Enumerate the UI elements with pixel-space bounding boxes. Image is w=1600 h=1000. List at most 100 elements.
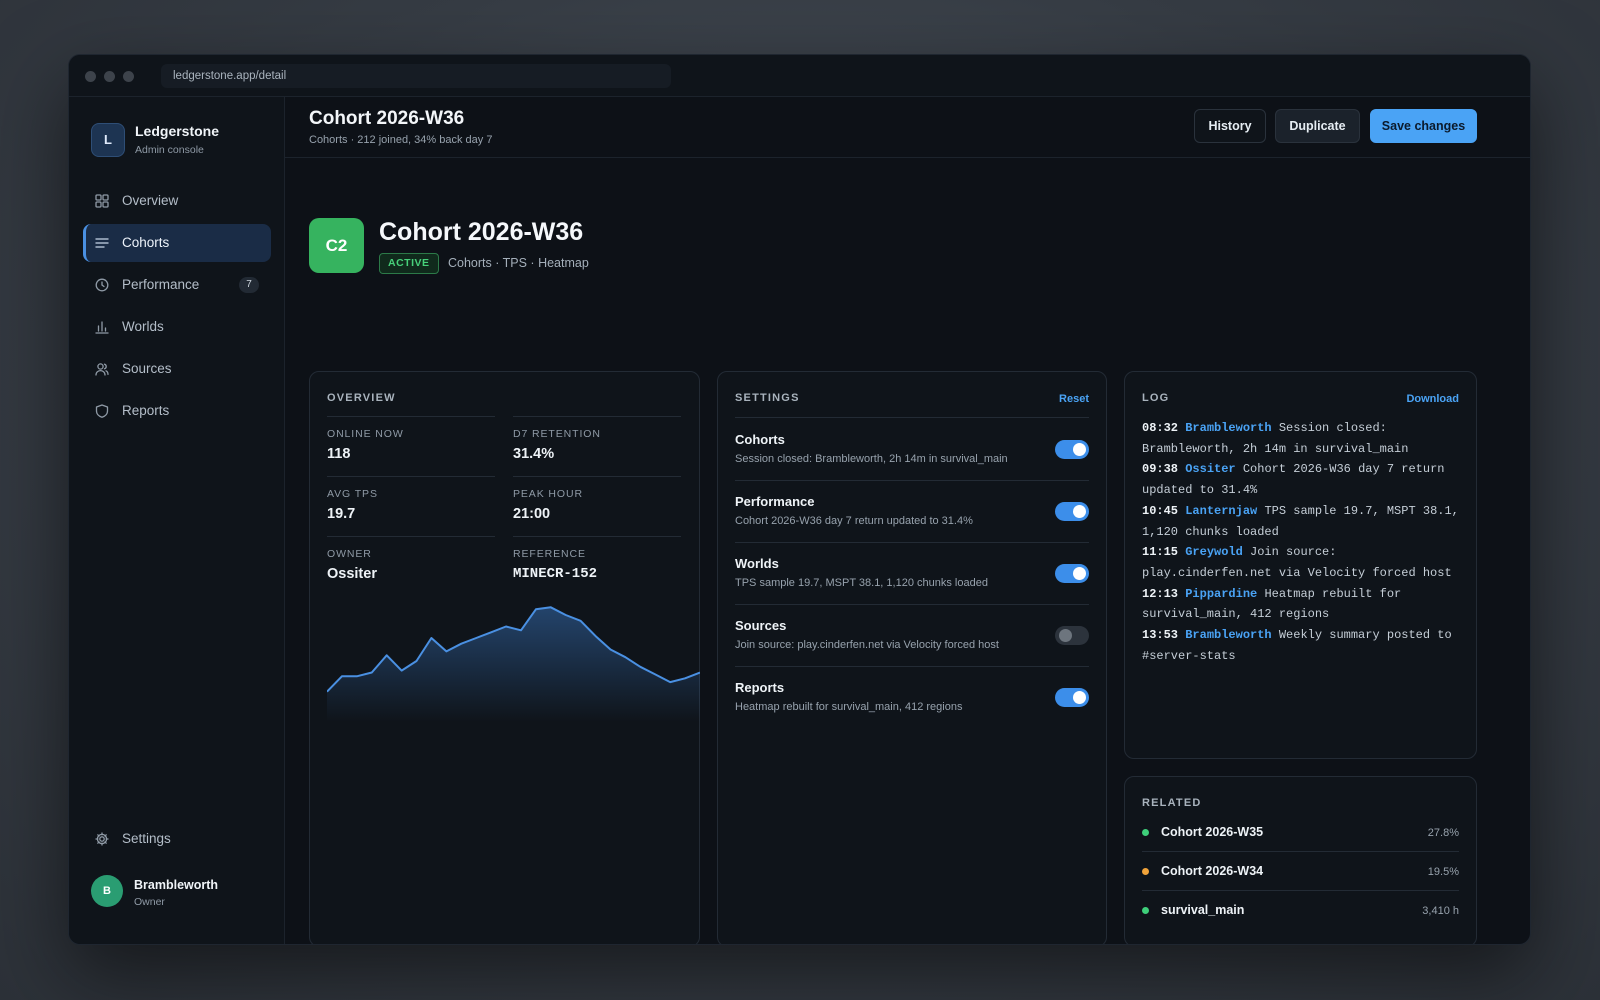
log-time: 09:38 <box>1142 462 1179 477</box>
brand-logo: L <box>91 123 125 157</box>
sidebar-item-sources[interactable]: Sources <box>83 350 271 388</box>
setting-description: Heatmap rebuilt for survival_main, 412 r… <box>735 701 963 713</box>
divider <box>1142 851 1459 852</box>
log-user[interactable]: Lanternjaw <box>1185 504 1257 518</box>
log-text: Heatmap rebuilt for survival_main, 412 r… <box>1142 586 1402 622</box>
log-user[interactable]: Pippardine <box>1185 587 1257 601</box>
toggle-knob <box>1073 691 1086 704</box>
card-heading: OVERVIEW <box>327 392 396 404</box>
brand-name: Ledgerstone <box>135 123 220 139</box>
brand-subtitle: Admin console <box>135 144 204 156</box>
reset-link[interactable]: Reset <box>1059 393 1089 405</box>
stat-peak-hour: PEAK HOUR 21:00 <box>513 488 681 522</box>
log-entry: 13:53 Brambleworth Weekly summary posted… <box>1142 625 1464 666</box>
log-user[interactable]: Ossiter <box>1185 462 1235 476</box>
sidebar-item-cohorts[interactable]: Cohorts <box>83 224 271 262</box>
sidebar-item-label: Settings <box>122 831 171 846</box>
log-user[interactable]: Greywold <box>1185 545 1243 559</box>
divider <box>327 476 495 477</box>
save-button[interactable]: Save changes <box>1370 109 1477 143</box>
log-user[interactable]: Brambleworth <box>1185 628 1271 642</box>
page-subtitle: Cohorts · 212 joined, 34% back day 7 <box>309 134 493 146</box>
sidebar-item-label: Performance <box>122 277 200 292</box>
shield-icon <box>95 404 109 418</box>
log-entry: 09:38 Ossiter Cohort 2026-W36 day 7 retu… <box>1142 459 1464 500</box>
log-time: 10:45 <box>1142 503 1179 518</box>
players-area-chart <box>327 606 700 722</box>
related-value: 27.8% <box>1427 827 1459 839</box>
stat-d7-retention: D7 RETENTION 31.4% <box>513 428 681 462</box>
toggle-switch[interactable] <box>1055 564 1089 583</box>
stat-online-now: ONLINE NOW 118 <box>327 428 495 462</box>
address-bar[interactable]: ledgerstone.app/detail <box>161 64 671 88</box>
setting-row-reports: Reports Heatmap rebuilt for survival_mai… <box>735 666 1089 728</box>
status-dot <box>1142 907 1149 914</box>
sidebar-item-settings[interactable]: Settings <box>83 820 271 858</box>
avatar[interactable]: B <box>91 875 123 907</box>
related-item[interactable]: survival_main 3,410 h <box>1142 892 1459 931</box>
log-entry: 08:32 Brambleworth Session closed: Bramb… <box>1142 418 1464 459</box>
page-title: Cohort 2026-W36 <box>309 108 465 129</box>
history-button[interactable]: History <box>1194 109 1266 143</box>
log-entry: 12:13 Pippardine Heatmap rebuilt for sur… <box>1142 584 1464 625</box>
related-item[interactable]: Cohort 2026-W35 27.8% <box>1142 814 1459 853</box>
stat-value: MINECR-152 <box>513 566 598 582</box>
sidebar: L Ledgerstone Admin console Overview Coh… <box>69 97 285 944</box>
setting-title: Reports <box>735 680 785 695</box>
setting-description: TPS sample 19.7, MSPT 38.1, 1,120 chunks… <box>735 577 988 589</box>
toggle-switch[interactable] <box>1055 688 1089 707</box>
related-item[interactable]: Cohort 2026-W34 19.5% <box>1142 853 1459 892</box>
title-bar: ledgerstone.app/detail <box>69 55 1530 97</box>
sidebar-item-label: Sources <box>122 361 172 376</box>
overview-card: OVERVIEW ONLINE NOW 118 D7 RETENTION 31.… <box>309 371 700 944</box>
users-icon <box>95 363 109 376</box>
stat-label: PEAK HOUR <box>513 488 583 500</box>
divider <box>327 536 495 537</box>
duplicate-button[interactable]: Duplicate <box>1275 109 1360 143</box>
chart-area-fill <box>327 607 700 722</box>
sidebar-item-label: Overview <box>122 193 179 208</box>
log-time: 08:32 <box>1142 421 1179 435</box>
toggle-knob <box>1073 443 1086 456</box>
download-link[interactable]: Download <box>1406 393 1459 405</box>
toggle-switch[interactable] <box>1055 626 1089 645</box>
sidebar-item-label: Worlds <box>122 319 164 334</box>
log-entry: 11:15 Greywold Join source: play.cinderf… <box>1142 542 1464 583</box>
divider <box>513 476 681 477</box>
log-entry: 10:45 Lanternjaw TPS sample 19.7, MSPT 3… <box>1142 501 1464 542</box>
log-user[interactable]: Brambleworth <box>1185 421 1271 435</box>
cohort-avatar: C2 <box>309 218 364 273</box>
stat-label: REFERENCE <box>513 548 586 560</box>
card-heading: LOG <box>1142 392 1170 404</box>
related-name: Cohort 2026-W34 <box>1161 864 1264 878</box>
user-role: Owner <box>134 896 165 908</box>
setting-description: Session closed: Brambleworth, 2h 14m in … <box>735 453 1008 465</box>
toggle-switch[interactable] <box>1055 502 1089 521</box>
sidebar-item-reports[interactable]: Reports <box>83 392 271 430</box>
stat-value: 21:00 <box>513 506 551 522</box>
gear-icon <box>95 832 109 846</box>
stat-value: 19.7 <box>327 506 356 522</box>
window-close-dot[interactable] <box>85 71 96 82</box>
toggle-switch[interactable] <box>1055 440 1089 459</box>
setting-row-sources: Sources Join source: play.cinderfen.net … <box>735 604 1089 666</box>
related-card: RELATED Cohort 2026-W35 27.8% Cohort 202… <box>1124 776 1477 944</box>
status-dot <box>1142 868 1149 875</box>
setting-row-worlds: Worlds TPS sample 19.7, MSPT 38.1, 1,120… <box>735 542 1089 604</box>
stat-value: 31.4% <box>513 446 555 462</box>
toggle-knob <box>1073 505 1086 518</box>
grid-icon <box>95 194 109 208</box>
log-time: 12:13 <box>1142 586 1179 601</box>
log-text: Session closed: Brambleworth, 2h 14m in … <box>1142 421 1409 456</box>
setting-title: Worlds <box>735 556 779 571</box>
window-maximize-dot[interactable] <box>123 71 134 82</box>
cohort-meta: Cohorts · TPS · Heatmap <box>448 256 589 270</box>
sidebar-item-worlds[interactable]: Worlds <box>83 308 271 346</box>
sidebar-item-overview[interactable]: Overview <box>83 182 271 220</box>
toggle-knob <box>1059 629 1072 642</box>
stat-label: OWNER <box>327 548 372 560</box>
sidebar-item-performance[interactable]: Performance 7 <box>83 266 271 304</box>
main-content: Cohort 2026-W36 Cohorts · 212 joined, 34… <box>285 97 1530 944</box>
log-time: 13:53 <box>1142 628 1179 643</box>
window-minimize-dot[interactable] <box>104 71 115 82</box>
